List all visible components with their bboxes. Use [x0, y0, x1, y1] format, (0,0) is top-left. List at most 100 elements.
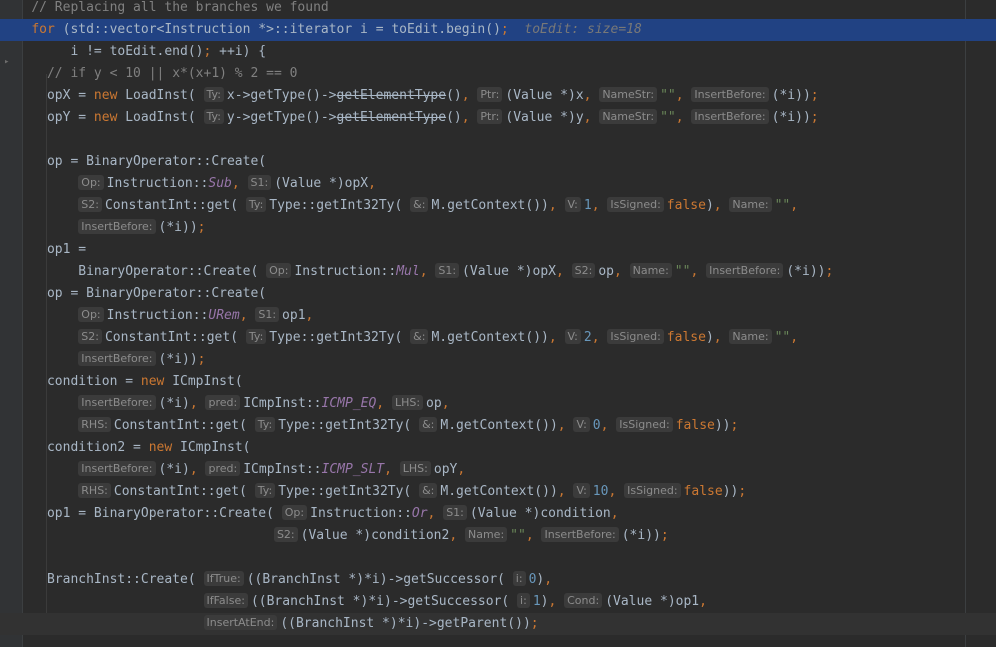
- parameter-hint: S1:: [247, 175, 272, 190]
- parameter-hint: IsSigned:: [607, 197, 664, 212]
- code-token: (Value *)condition: [469, 506, 611, 521]
- code-line[interactable]: S2: ConstantInt::get( Ty: Type::getInt32Ty…: [0, 327, 996, 349]
- parameter-hint: Ty:: [254, 483, 276, 498]
- code-token: false: [683, 484, 723, 499]
- code-line[interactable]: InsertBefore: (*i), pred: ICmpInst::ICMP_S…: [0, 459, 996, 481]
- code-token: ;: [738, 484, 747, 499]
- parameter-hint: InsertBefore:: [541, 527, 619, 542]
- parameter-hint: LHS:: [399, 461, 431, 476]
- code-line[interactable]: IfFalse: ((BranchInst *)*i)->getSuccessor…: [0, 591, 996, 613]
- code-token: ,: [699, 594, 707, 609]
- code-line[interactable]: // if y < 10 || x*(x+1) % 2 == 0: [0, 63, 996, 85]
- parameter-hint: S1:: [435, 263, 460, 278]
- parameter-hint: Name:: [629, 263, 672, 278]
- parameter-hint: Ty:: [254, 417, 276, 432]
- code-line[interactable]: condition = new ICmpInst(: [0, 371, 996, 393]
- code-token: (*i)): [771, 88, 811, 103]
- code-line[interactable]: // Replacing all the branches we found: [0, 0, 996, 19]
- parameter-hint: Ty:: [245, 329, 267, 344]
- code-token: false: [666, 198, 706, 213]
- code-line[interactable]: InsertBefore: (*i));: [0, 217, 996, 239]
- code-token: M.getContext()): [440, 484, 558, 499]
- code-line[interactable]: BranchInst::Create( IfTrue: ((BranchInst …: [0, 569, 996, 591]
- code-token: ,: [608, 484, 625, 499]
- code-line[interactable]: opX = new LoadInst( Ty: x->getType()->get…: [0, 85, 996, 107]
- code-token: false: [675, 418, 715, 433]
- code-token: 1: [532, 594, 541, 609]
- code-token: getElementType: [336, 88, 447, 103]
- parameter-hint: S2:: [78, 329, 102, 344]
- code-token: ,: [548, 330, 565, 345]
- code-line[interactable]: [0, 547, 996, 569]
- code-token: Type::getInt32Ty(: [278, 418, 420, 433]
- parameter-hint: RHS:: [78, 483, 111, 498]
- parameter-hint: Ptr:: [477, 109, 503, 124]
- parameter-hint: &:: [410, 329, 429, 344]
- parameter-hint: &:: [419, 483, 438, 498]
- code-token: (Value *)opX: [462, 264, 556, 279]
- code-token: ;: [730, 418, 739, 433]
- parameter-hint: pred:: [205, 395, 241, 410]
- parameter-hint: Op:: [266, 263, 292, 278]
- code-line[interactable]: [0, 129, 996, 151]
- code-token: ;: [500, 22, 509, 37]
- code-line[interactable]: opY = new LoadInst( Ty: y->getType()->get…: [0, 107, 996, 129]
- code-token: Mul: [396, 264, 420, 279]
- code-line[interactable]: for (std::vector<Instruction *>::iterato…: [0, 19, 996, 41]
- code-token: ;: [197, 352, 206, 367]
- code-line[interactable]: S2: (Value *)condition2, Name: "", InsertB…: [0, 525, 996, 547]
- code-line[interactable]: S2: ConstantInt::get( Ty: Type::getInt32Ty…: [0, 195, 996, 217]
- code-token: BinaryOperator::Create(: [0, 264, 267, 279]
- code-line[interactable]: op = BinaryOperator::Create(: [0, 151, 996, 173]
- code-line[interactable]: BinaryOperator::Create( Op: Instruction::…: [0, 261, 996, 283]
- code-token: ,: [713, 198, 730, 213]
- parameter-hint: Ty:: [203, 109, 224, 124]
- parameter-hint: Ty:: [203, 87, 224, 102]
- code-line[interactable]: Op: Instruction::Sub, S1: (Value *)opX,: [0, 173, 996, 195]
- code-token: getElementType: [336, 110, 447, 125]
- code-token: ,: [461, 88, 478, 103]
- parameter-hint: i:: [517, 593, 530, 608]
- code-line[interactable]: InsertBefore: (*i));: [0, 349, 996, 371]
- code-token: ICMP_SLT: [321, 462, 385, 477]
- code-line[interactable]: op = BinaryOperator::Create(: [0, 283, 996, 305]
- code-token: i != toEdit.end(): [0, 44, 204, 59]
- parameter-hint: InsertBefore:: [78, 461, 156, 476]
- code-token: ,: [583, 110, 600, 125]
- code-token: ,: [427, 506, 444, 521]
- code-line[interactable]: RHS: ConstantInt::get( Ty: Type::getInt32T…: [0, 415, 996, 437]
- code-line[interactable]: InsertAtEnd: ((BranchInst *)*i)->getParen…: [0, 613, 996, 635]
- code-line[interactable]: i != toEdit.end(); ++i) {: [0, 41, 996, 63]
- code-token: ;: [825, 264, 834, 279]
- parameter-hint: S1:: [255, 307, 280, 322]
- code-line[interactable]: condition2 = new ICmpInst(: [0, 437, 996, 459]
- code-line[interactable]: RHS: ConstantInt::get( Ty: Type::getInt32T…: [0, 481, 996, 503]
- code-line[interactable]: Op: Instruction::URem, S1: op1,: [0, 305, 996, 327]
- code-token: ((BranchInst *)*i)->getSuccessor(: [250, 594, 518, 609]
- code-token: op = BinaryOperator::Create(: [0, 154, 267, 169]
- code-token: Type::getInt32Ty(: [269, 198, 411, 213]
- code-line[interactable]: op1 =: [0, 239, 996, 261]
- code-token: (Value *)y: [505, 110, 584, 125]
- code-token: op: [426, 396, 442, 411]
- code-token: (): [446, 88, 462, 103]
- code-token: (*i): [158, 462, 190, 477]
- code-token: 1: [583, 198, 592, 213]
- code-token: ,: [610, 506, 619, 521]
- parameter-hint: NameStr:: [599, 109, 658, 124]
- code-token: Type::getInt32Ty(: [278, 484, 420, 499]
- parameter-hint: IfTrue:: [203, 571, 244, 586]
- parameter-hint: pred:: [205, 461, 241, 476]
- code-line[interactable]: op1 = BinaryOperator::Create( Op: Instruc…: [0, 503, 996, 525]
- code-token: ICmpInst::: [243, 462, 322, 477]
- code-token: (*i)): [786, 264, 826, 279]
- code-token: ,: [419, 264, 436, 279]
- code-line[interactable]: InsertBefore: (*i), pred: ICmpInst::ICMP_E…: [0, 393, 996, 415]
- code-token: ): [705, 198, 714, 213]
